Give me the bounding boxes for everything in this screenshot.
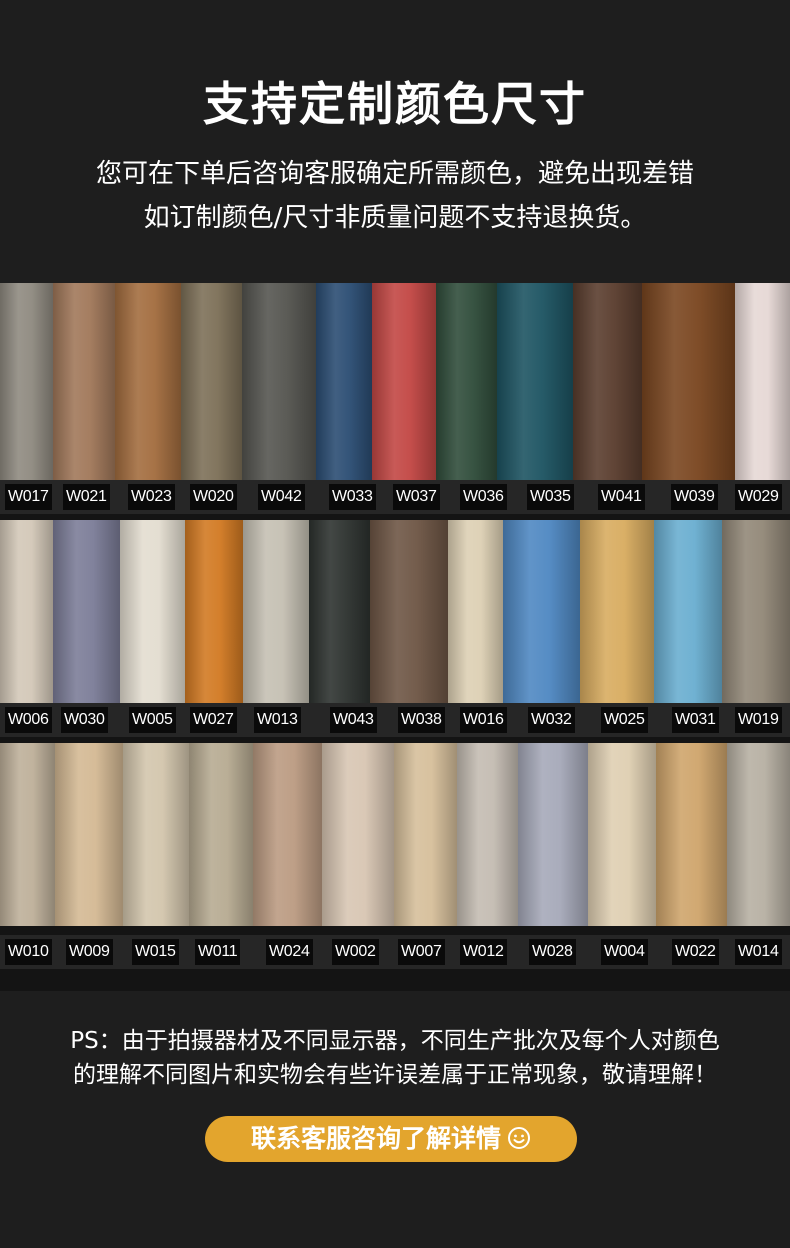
swatch-label: W013 bbox=[254, 707, 301, 733]
color-swatch-W002 bbox=[322, 743, 394, 926]
page-title: 支持定制颜色尺寸 bbox=[203, 77, 587, 131]
color-swatch-W022 bbox=[656, 743, 727, 926]
smile-icon bbox=[508, 1127, 530, 1149]
swatch-label: W023 bbox=[128, 484, 175, 510]
swatch-label: W041 bbox=[598, 484, 645, 510]
swatch-label: W024 bbox=[266, 939, 313, 965]
color-swatch-W014 bbox=[727, 743, 790, 926]
swatch-label: W006 bbox=[5, 707, 52, 733]
swatch-label: W038 bbox=[398, 707, 445, 733]
swatch-label: W017 bbox=[5, 484, 52, 510]
color-swatch-W031 bbox=[654, 520, 722, 703]
swatch-label: W020 bbox=[190, 484, 237, 510]
swatch-label: W007 bbox=[398, 939, 445, 965]
color-swatch-W028 bbox=[518, 743, 588, 926]
color-swatch-W006 bbox=[0, 520, 53, 703]
swatch-label: W011 bbox=[195, 939, 241, 965]
swatch-label: W032 bbox=[528, 707, 575, 733]
contact-service-label: 联系客服咨询了解详情 bbox=[250, 1124, 501, 1153]
swatch-label: W012 bbox=[460, 939, 507, 965]
swatch-label: W015 bbox=[132, 939, 179, 965]
color-swatch-W041 bbox=[573, 283, 642, 480]
header: 支持定制颜色尺寸 您可在下单后咨询客服确定所需颜色，避免出现差错 如订制颜色/尺… bbox=[0, 0, 790, 283]
color-swatch-W038 bbox=[370, 520, 448, 703]
swatch-label: W022 bbox=[672, 939, 719, 965]
color-swatch-W036 bbox=[436, 283, 497, 480]
color-swatch-W011 bbox=[189, 743, 253, 926]
color-swatch-W005 bbox=[120, 520, 185, 703]
swatch-label: W030 bbox=[61, 707, 108, 733]
page: 支持定制颜色尺寸 您可在下单后咨询客服确定所需颜色，避免出现差错 如订制颜色/尺… bbox=[0, 0, 790, 1248]
subtitle-line-1: 您可在下单后咨询客服确定所需颜色，避免出现差错 bbox=[95, 159, 694, 189]
color-swatch-W015 bbox=[123, 743, 189, 926]
swatch-label: W014 bbox=[735, 939, 782, 965]
swatch-label: W004 bbox=[601, 939, 648, 965]
color-swatch-W032 bbox=[503, 520, 580, 703]
color-swatch-W017 bbox=[0, 283, 53, 480]
color-swatch-W029 bbox=[735, 283, 790, 480]
swatch-label: W036 bbox=[460, 484, 507, 510]
color-swatch-W027 bbox=[185, 520, 243, 703]
color-swatch-W033 bbox=[316, 283, 372, 480]
color-swatch-W009 bbox=[55, 743, 123, 926]
color-swatch-W012 bbox=[457, 743, 518, 926]
disclaimer: PS：由于拍摄器材及不同显示器，不同生产批次及每个人对颜色 的理解不同图片和实物… bbox=[0, 1024, 790, 1092]
color-swatch-W010 bbox=[0, 743, 55, 926]
color-swatch-W039 bbox=[642, 283, 735, 480]
color-swatch-W037 bbox=[372, 283, 436, 480]
swatch-label: W035 bbox=[527, 484, 574, 510]
swatch-label: W042 bbox=[258, 484, 305, 510]
color-swatch-W021 bbox=[53, 283, 115, 480]
swatch-label: W005 bbox=[129, 707, 176, 733]
color-swatch-W035 bbox=[497, 283, 573, 480]
color-swatch-W024 bbox=[253, 743, 322, 926]
swatch-row-1 bbox=[0, 283, 790, 480]
swatch-label: W043 bbox=[330, 707, 377, 733]
swatch-row-2 bbox=[0, 520, 790, 703]
swatch-label: W033 bbox=[329, 484, 376, 510]
color-swatch-W016 bbox=[448, 520, 503, 703]
swatch-label: W019 bbox=[735, 707, 782, 733]
subtitle: 您可在下单后咨询客服确定所需颜色，避免出现差错 如订制颜色/尺寸非质量问题不支持… bbox=[0, 152, 790, 240]
swatch-label: W028 bbox=[529, 939, 576, 965]
color-swatch-W030 bbox=[53, 520, 120, 703]
swatch-label: W010 bbox=[5, 939, 52, 965]
swatch-label: W025 bbox=[601, 707, 648, 733]
color-swatch-W042 bbox=[242, 283, 316, 480]
label-row-1: W017 W021 W023 W020 W042 W033 W037 W036 W035 W041… bbox=[0, 480, 790, 514]
swatch-label: W009 bbox=[66, 939, 113, 965]
swatch-label: W037 bbox=[393, 484, 440, 510]
color-swatch-W020 bbox=[181, 283, 242, 480]
swatch-label: W029 bbox=[735, 484, 782, 510]
swatch-grid: W017 W021 W023 W020 W042 W033 W037 W036 W035 W041… bbox=[0, 283, 790, 991]
color-swatch-W013 bbox=[243, 520, 309, 703]
label-row-3: W010 W009 W015 W011 W024 W002 W007 W012 W028 W004… bbox=[0, 935, 790, 969]
swatch-label: W031 bbox=[672, 707, 719, 733]
color-swatch-W023 bbox=[115, 283, 181, 480]
swatch-label: W002 bbox=[332, 939, 379, 965]
color-swatch-W025 bbox=[580, 520, 654, 703]
contact-service-button[interactable]: 联系客服咨询了解详情 bbox=[205, 1116, 577, 1162]
color-swatch-W007 bbox=[394, 743, 457, 926]
disclaimer-line-2: 的理解不同图片和实物会有些许误差属于正常现象，敬请理解！ bbox=[73, 1062, 717, 1088]
color-swatch-W043 bbox=[309, 520, 370, 703]
swatch-label: W039 bbox=[671, 484, 718, 510]
swatch-label: W027 bbox=[190, 707, 237, 733]
swatch-row-3 bbox=[0, 743, 790, 926]
color-swatch-W019 bbox=[722, 520, 790, 703]
swatch-label: W021 bbox=[63, 484, 110, 510]
disclaimer-line-1: PS：由于拍摄器材及不同显示器，不同生产批次及每个人对颜色 bbox=[70, 1028, 720, 1054]
label-row-2: W006 W030 W005 W027 W013 W043 W038 W016 W032 W025… bbox=[0, 703, 790, 737]
swatch-label: W016 bbox=[460, 707, 507, 733]
color-swatch-W004 bbox=[588, 743, 656, 926]
subtitle-line-2: 如订制颜色/尺寸非质量问题不支持退换货。 bbox=[143, 203, 647, 233]
